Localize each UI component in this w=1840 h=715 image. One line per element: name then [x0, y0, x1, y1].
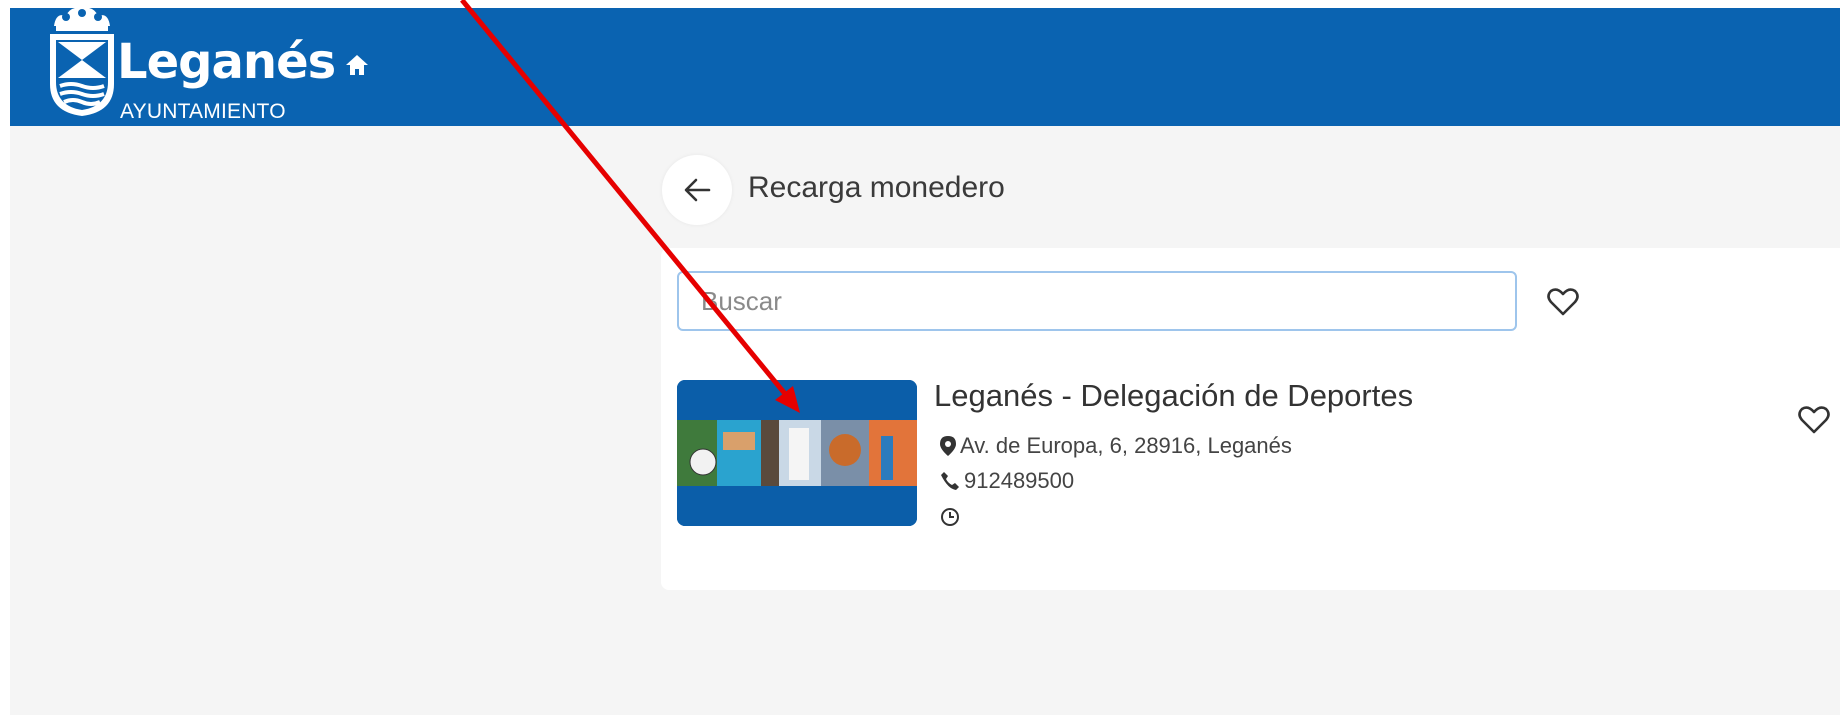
search-input[interactable] [677, 271, 1517, 331]
result-hours-row [940, 503, 964, 531]
results-card: Leganés - Delegación de Deportes Av. de … [661, 248, 1840, 590]
result-address-row: Av. de Europa, 6, 28916, Leganés [940, 432, 1292, 460]
result-title[interactable]: Leganés - Delegación de Deportes [934, 376, 1413, 416]
arrow-left-icon [684, 178, 711, 202]
phone-icon [941, 472, 959, 490]
result-address: Av. de Europa, 6, 28916, Leganés [960, 433, 1292, 458]
result-phone: 912489500 [964, 468, 1075, 493]
map-marker-icon [940, 436, 956, 456]
page-title: Recarga monedero [748, 171, 1005, 204]
top-bar: Leganés AYUNTAMIENTO [10, 8, 1840, 126]
home-icon[interactable] [345, 54, 369, 76]
clock-icon [941, 508, 959, 526]
app-frame: Leganés AYUNTAMIENTO Recarga monedero Bu… [10, 8, 1840, 715]
heart-outline-icon[interactable] [1547, 288, 1579, 316]
back-button[interactable] [662, 155, 732, 225]
sports-collage-image [677, 380, 917, 526]
result-thumbnail[interactable] [677, 380, 917, 526]
result-phone-row: 912489500 [940, 467, 1074, 495]
heart-outline-icon[interactable] [1798, 406, 1830, 434]
brand-name[interactable]: Leganés [117, 34, 336, 90]
brand-subtitle: AYUNTAMIENTO [120, 100, 286, 123]
